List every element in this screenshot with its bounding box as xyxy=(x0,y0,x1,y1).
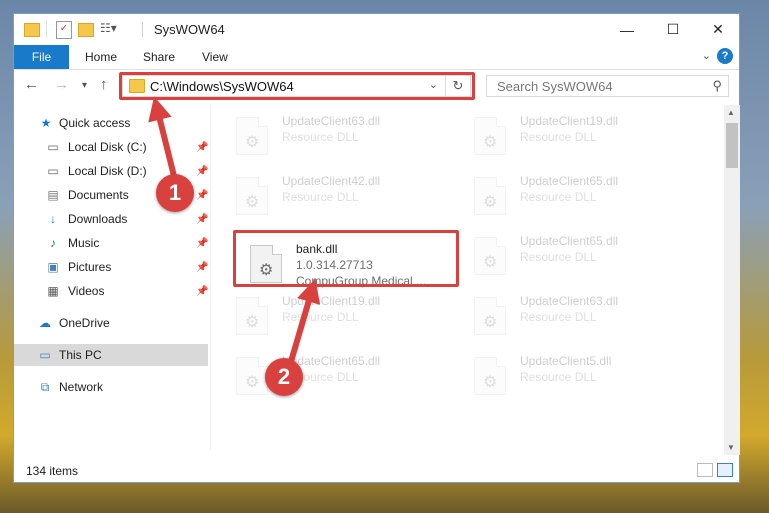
arrow-to-address-bar xyxy=(148,96,178,181)
arrow-to-bank-dll xyxy=(287,278,321,366)
step-badge-2: 2 xyxy=(265,358,303,396)
step-badge-1: 1 xyxy=(156,174,194,212)
annotation-arrows xyxy=(148,96,321,366)
